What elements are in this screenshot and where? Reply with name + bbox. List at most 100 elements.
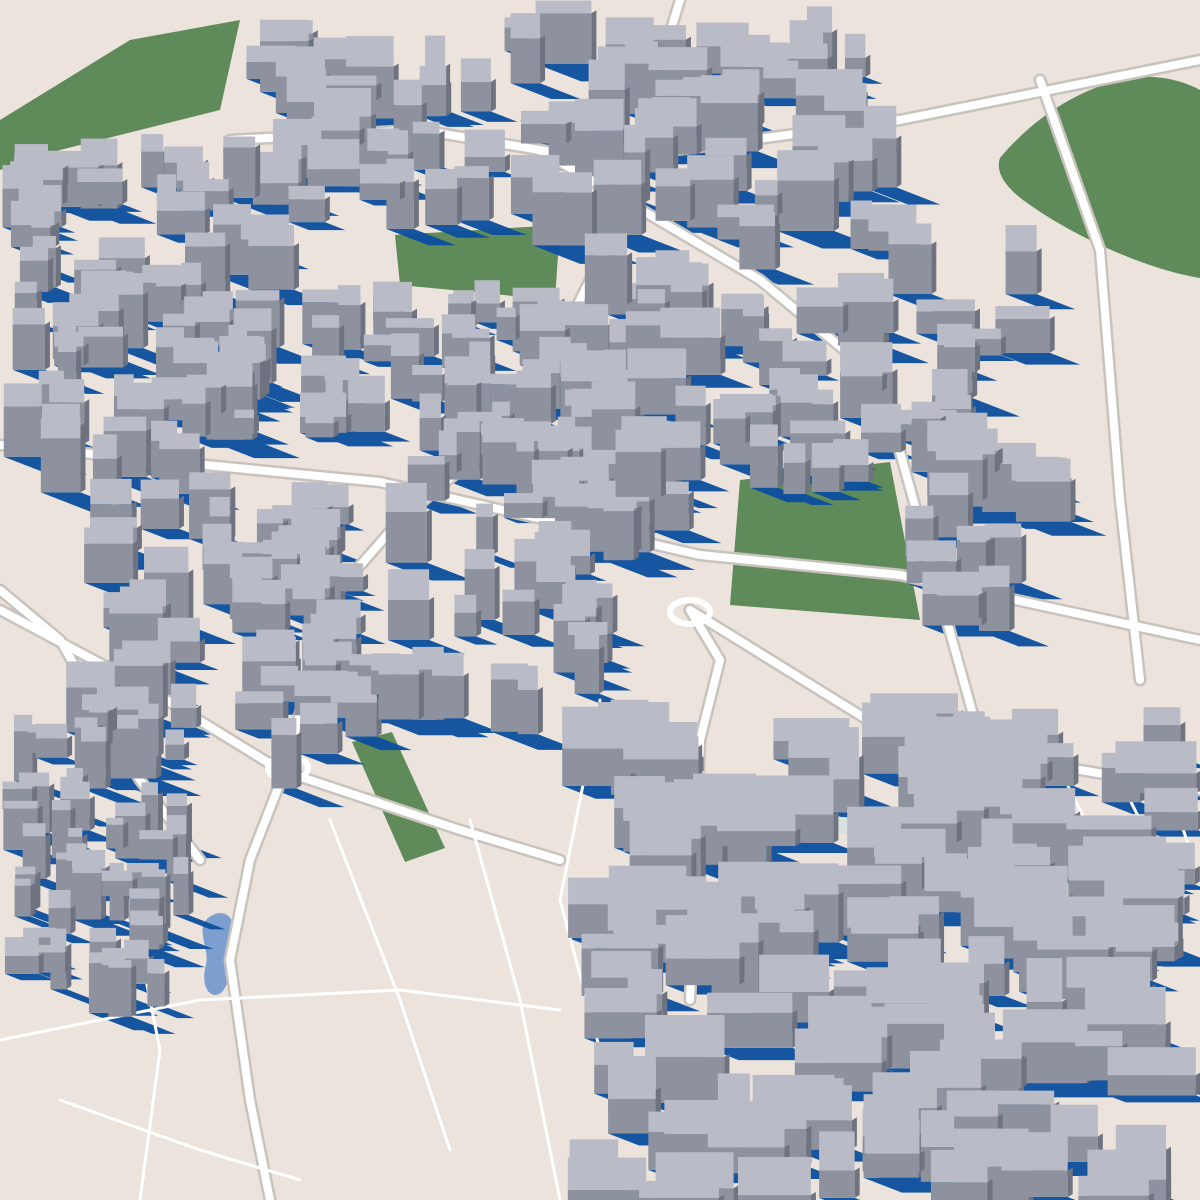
building-side xyxy=(854,1167,860,1198)
building-facade xyxy=(503,503,543,518)
building-roof xyxy=(173,337,215,364)
building-roof xyxy=(234,409,254,419)
building-roof xyxy=(260,19,309,42)
building-side xyxy=(205,400,211,437)
building-roof xyxy=(40,418,81,439)
building-roof xyxy=(138,703,159,719)
building-side xyxy=(919,1150,925,1172)
building-roof xyxy=(713,399,746,419)
building-facade xyxy=(307,169,360,187)
building-side xyxy=(833,811,839,844)
building-roof xyxy=(78,326,123,337)
building-side xyxy=(413,179,419,230)
building-roof xyxy=(916,299,975,312)
building-roof xyxy=(256,508,283,524)
building-side xyxy=(1194,865,1200,885)
building-side xyxy=(55,245,61,288)
building-side xyxy=(285,601,291,631)
building-roof xyxy=(888,223,932,245)
building-side xyxy=(225,243,231,295)
building-roof xyxy=(52,302,99,327)
building-facade xyxy=(378,674,419,720)
building-roof xyxy=(665,915,740,959)
building-side xyxy=(550,384,556,424)
building-facade xyxy=(944,347,976,373)
building-facade xyxy=(288,199,325,223)
building-roof xyxy=(782,340,827,362)
building-side xyxy=(112,706,118,732)
building-roof xyxy=(567,1157,647,1191)
building-roof xyxy=(300,702,338,724)
building-roof xyxy=(363,334,392,346)
building-facade xyxy=(796,306,844,334)
building-side xyxy=(399,180,405,200)
building-side xyxy=(777,192,783,216)
building-side xyxy=(540,35,546,84)
building-side xyxy=(494,565,500,620)
building-facade xyxy=(84,543,134,583)
building-side xyxy=(376,82,382,101)
building-roof xyxy=(261,579,286,605)
building-roof xyxy=(520,110,567,124)
building-side xyxy=(359,127,365,146)
building-roof xyxy=(790,420,846,434)
building-roof xyxy=(305,403,334,424)
building-facade xyxy=(12,324,45,370)
building-roof xyxy=(114,273,144,295)
building-side xyxy=(931,241,937,295)
building-side xyxy=(985,539,991,569)
building-roof xyxy=(68,827,83,837)
building-roof xyxy=(89,704,108,713)
building-roof xyxy=(811,442,840,468)
building-roof xyxy=(302,289,342,303)
building-roof xyxy=(935,394,972,410)
building-side xyxy=(1021,1055,1027,1088)
building-roof xyxy=(510,13,541,39)
building-roof xyxy=(605,17,654,45)
building-roof xyxy=(182,379,206,404)
building-side xyxy=(745,415,751,444)
building-side xyxy=(62,176,68,205)
building-roof xyxy=(338,285,361,306)
building-roof xyxy=(978,565,1010,588)
building-facade xyxy=(182,403,206,437)
building-roof xyxy=(49,379,85,403)
building-facade xyxy=(520,123,567,144)
building-roof xyxy=(624,124,646,153)
building-side xyxy=(987,1179,993,1200)
building-roof xyxy=(905,505,934,519)
building-side xyxy=(337,720,343,754)
building-roof xyxy=(452,328,490,338)
building-roof xyxy=(1066,815,1152,830)
building-roof xyxy=(707,992,793,1013)
building-roof xyxy=(77,168,123,182)
building-facade xyxy=(739,226,776,270)
building-roof xyxy=(861,403,901,433)
building-side xyxy=(1047,760,1053,783)
building-facade xyxy=(248,245,294,290)
building-roof xyxy=(388,130,409,155)
building-roof xyxy=(223,136,256,148)
building-facade xyxy=(516,451,534,499)
building-roof xyxy=(144,546,189,573)
building-roof xyxy=(74,259,117,270)
building-roof xyxy=(349,654,374,666)
building-facade xyxy=(496,317,516,340)
building-roof xyxy=(166,793,187,806)
building-side xyxy=(490,78,496,112)
building-roof xyxy=(464,129,505,157)
building-facade xyxy=(615,451,661,497)
building-facade xyxy=(140,498,179,529)
building-roof xyxy=(170,683,197,708)
building-facade xyxy=(261,604,286,631)
building-roof xyxy=(165,729,185,745)
building-side xyxy=(429,596,435,641)
building-side xyxy=(834,177,840,231)
building-roof xyxy=(615,429,661,452)
building-facade xyxy=(888,244,932,295)
building-facade xyxy=(348,403,385,432)
building-roof xyxy=(454,594,477,613)
building-roof xyxy=(419,65,447,86)
building-roof xyxy=(1085,987,1166,1025)
building-roof xyxy=(4,937,39,956)
